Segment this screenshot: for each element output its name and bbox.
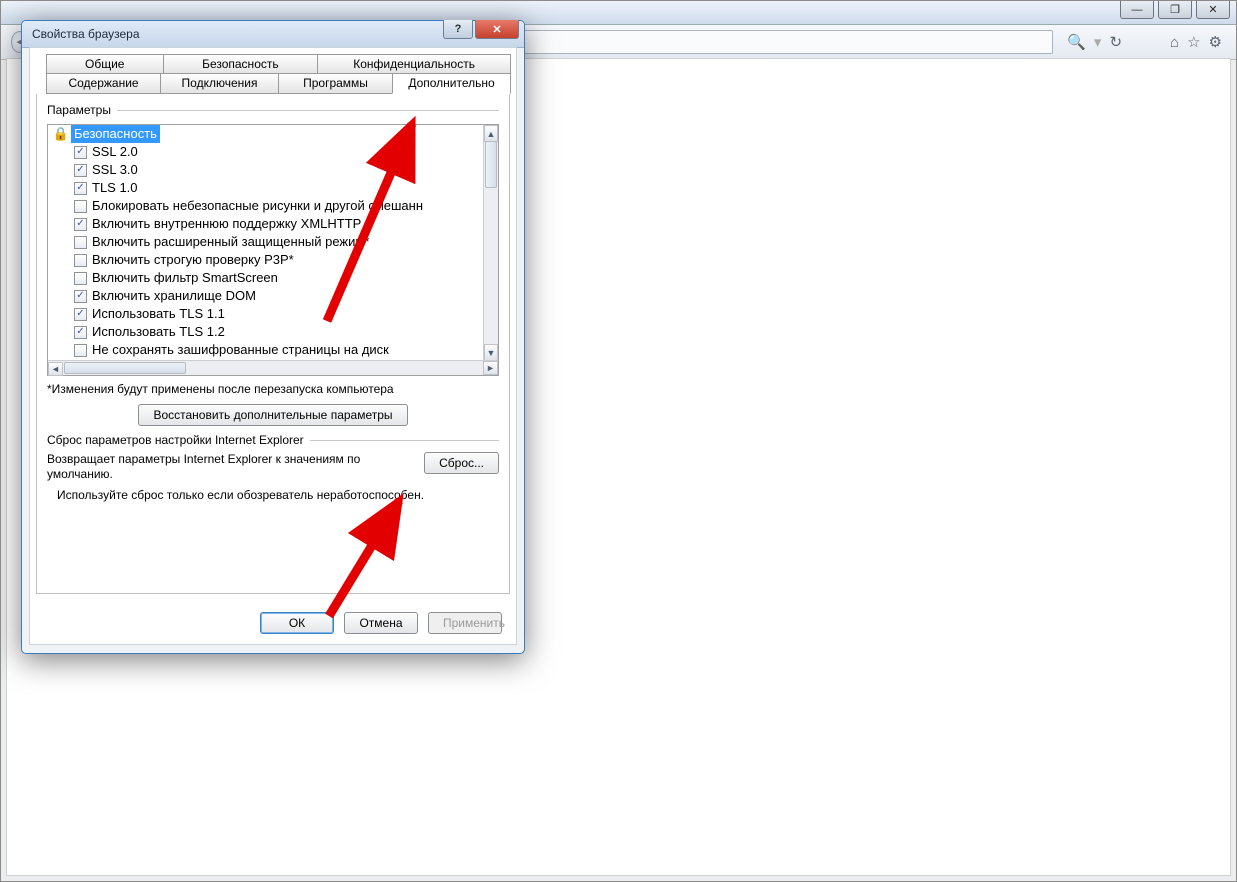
tree-item-label: Использовать TLS 1.2 <box>92 323 225 341</box>
restore-advanced-button[interactable]: Восстановить дополнительные параметры <box>138 404 407 426</box>
hscroll-thumb[interactable] <box>64 362 186 374</box>
tree-category-security[interactable]: 🔒Безопасность <box>48 125 484 143</box>
tab-programs[interactable]: Программы <box>278 73 393 94</box>
tab-privacy[interactable]: Конфиденциальность <box>317 54 511 74</box>
tools-gear-icon[interactable]: ⚙ <box>1209 33 1222 51</box>
dialog-title: Свойства браузера <box>32 27 140 41</box>
tab-connections[interactable]: Подключения <box>160 73 279 94</box>
reset-button[interactable]: Сброс... <box>424 452 499 474</box>
desktop-screen: — ❐ ✕ ◄ ► 🔍 ▾ ↻ ⌂ ☆ ⚙ Свойства браузера … <box>0 0 1237 882</box>
cancel-button[interactable]: Отмена <box>344 612 418 634</box>
checkbox[interactable] <box>74 218 87 231</box>
tree-item[interactable]: TLS 1.0 <box>48 179 484 197</box>
reset-group: Сброс параметров настройки Internet Expl… <box>47 434 499 502</box>
tree-item[interactable]: SSL 3.0 <box>48 161 484 179</box>
tree-item-label: Включить расширенный защищенный режим* <box>92 233 369 251</box>
scroll-thumb[interactable] <box>485 141 497 188</box>
checkbox[interactable] <box>74 326 87 339</box>
tree-item[interactable]: Не сохранять зашифрованные страницы на д… <box>48 341 484 359</box>
horizontal-scrollbar[interactable]: ◄ ► <box>48 360 498 375</box>
checkbox[interactable] <box>74 272 87 285</box>
scroll-right-button[interactable]: ► <box>483 361 498 375</box>
tree-item[interactable]: Использовать TLS 1.1 <box>48 305 484 323</box>
tree-item-label: Не сохранять зашифрованные страницы на д… <box>92 341 389 359</box>
tree-item[interactable]: Включить внутреннюю поддержку XMLHTTP <box>48 215 484 233</box>
dialog-body: Общие Безопасность Конфиденциальность Со… <box>29 47 517 645</box>
reset-group-label: Сброс параметров настройки Internet Expl… <box>47 433 310 447</box>
lock-icon: 🔒 <box>53 126 69 142</box>
tab-security[interactable]: Безопасность <box>163 54 319 74</box>
checkbox[interactable] <box>74 146 87 159</box>
checkbox[interactable] <box>74 344 87 357</box>
apply-button[interactable]: Применить <box>428 612 502 634</box>
settings-group: Параметры 🔒БезопасностьSSL 2.0SSL 3.0TLS… <box>47 104 499 426</box>
checkbox[interactable] <box>74 254 87 267</box>
tree-item-label: SSL 2.0 <box>92 143 138 161</box>
settings-tree[interactable]: 🔒БезопасностьSSL 2.0SSL 3.0TLS 1.0Блокир… <box>47 124 499 376</box>
tree-item[interactable]: Использовать TLS 1.2 <box>48 323 484 341</box>
tab-row-bottom: Содержание Подключения Программы Дополни… <box>36 74 510 94</box>
checkbox[interactable] <box>74 200 87 213</box>
window-maximize-button[interactable]: ❐ <box>1158 1 1192 19</box>
tab-row-top: Общие Безопасность Конфиденциальность <box>36 54 510 74</box>
home-icon[interactable]: ⌂ <box>1170 34 1179 51</box>
scroll-down-button[interactable]: ▼ <box>484 344 498 361</box>
scroll-left-button[interactable]: ◄ <box>48 362 63 376</box>
search-icon[interactable]: 🔍 <box>1067 33 1086 51</box>
tree-item-label: Включить внутреннюю поддержку XMLHTTP <box>92 215 361 233</box>
tree-item[interactable]: SSL 2.0 <box>48 143 484 161</box>
tree-category-label: Безопасность <box>71 125 160 143</box>
checkbox[interactable] <box>74 182 87 195</box>
favorites-icon[interactable]: ☆ <box>1187 33 1200 51</box>
checkbox[interactable] <box>74 164 87 177</box>
tree-item[interactable]: Включить расширенный защищенный режим* <box>48 233 484 251</box>
window-close-button[interactable]: ✕ <box>1196 1 1230 19</box>
vertical-scrollbar[interactable]: ▲ ▼ <box>483 125 498 361</box>
tab-general[interactable]: Общие <box>46 54 164 74</box>
tab-advanced[interactable]: Дополнительно <box>392 73 511 94</box>
dialog-close-button[interactable]: ✕ <box>475 20 519 39</box>
tree-item[interactable]: Включить строгую проверку P3P* <box>48 251 484 269</box>
tree-item-label: Включить фильтр SmartScreen <box>92 269 278 287</box>
tree-item[interactable]: Включить хранилище DOM <box>48 287 484 305</box>
tree-item[interactable]: Включить фильтр SmartScreen <box>48 269 484 287</box>
tree-item-label: Включить хранилище DOM <box>92 287 256 305</box>
ok-button[interactable]: ОК <box>260 612 334 634</box>
dialog-help-button[interactable]: ? <box>443 20 473 39</box>
reset-warning: Используйте сброс только если обозревате… <box>47 488 499 502</box>
checkbox[interactable] <box>74 290 87 303</box>
settings-group-label: Параметры <box>47 103 117 117</box>
tree-item-label: SSL 3.0 <box>92 161 138 179</box>
tree-item[interactable]: Блокировать небезопасные рисунки и друго… <box>48 197 484 215</box>
dialog-titlebar[interactable]: Свойства браузера ? ✕ <box>22 21 524 48</box>
tree-item-label: Использовать TLS 1.1 <box>92 305 225 323</box>
window-minimize-button[interactable]: — <box>1120 1 1154 19</box>
checkbox[interactable] <box>74 308 87 321</box>
reset-description: Возвращает параметры Internet Explorer к… <box>47 452 416 482</box>
internet-options-dialog: Свойства браузера ? ✕ Общие Безопасность… <box>21 20 525 654</box>
restart-note: *Изменения будут применены после перезап… <box>47 382 499 396</box>
refresh-icon[interactable]: ↻ <box>1109 33 1122 51</box>
checkbox[interactable] <box>74 236 87 249</box>
scroll-up-button[interactable]: ▲ <box>484 125 498 142</box>
tree-item-label: Блокировать небезопасные рисунки и друго… <box>92 197 423 215</box>
tab-content[interactable]: Содержание <box>46 73 161 94</box>
tree-item-label: TLS 1.0 <box>92 179 138 197</box>
tree-item-label: Включить строгую проверку P3P* <box>92 251 294 269</box>
